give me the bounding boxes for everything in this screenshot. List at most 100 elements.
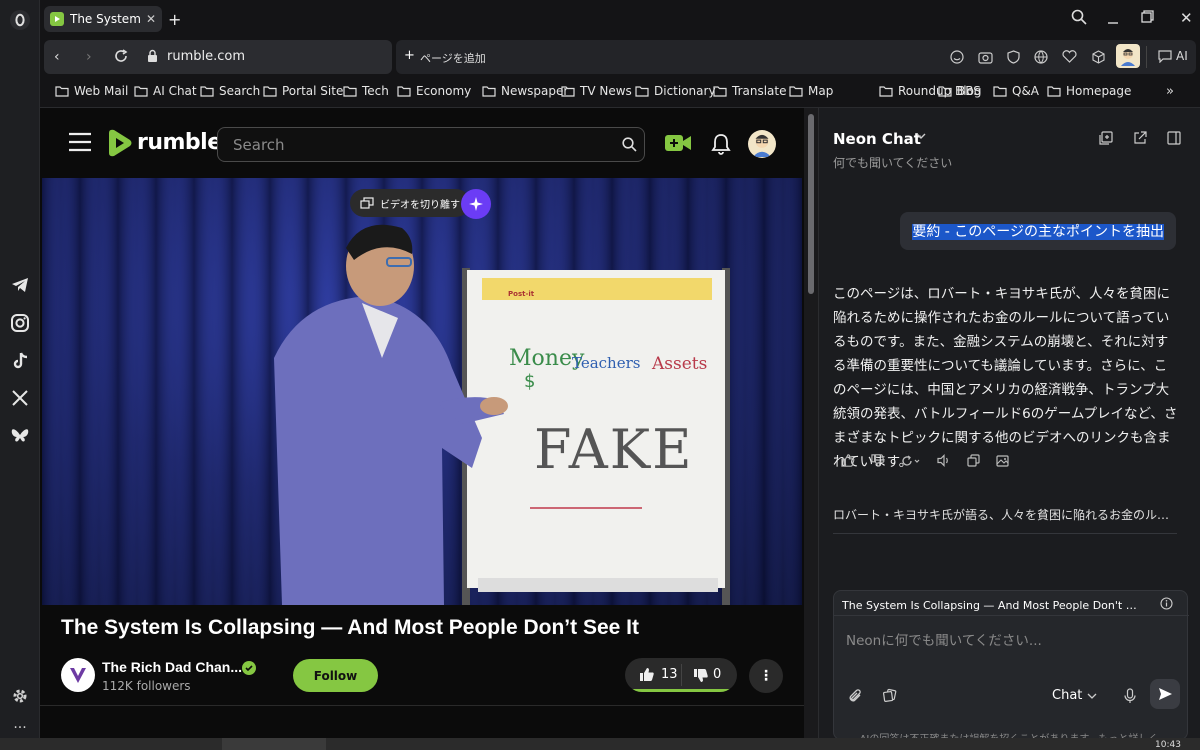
new-chat-icon[interactable] <box>1099 131 1113 145</box>
chat-history-item[interactable]: ロバート・キヨサキ氏が語る、人々を貧困に陥れるお金のルール... <box>833 506 1177 523</box>
bookmark-6[interactable]: Newspaper <box>482 84 568 98</box>
heart-icon[interactable] <box>1062 50 1077 63</box>
folder-icon <box>938 85 952 97</box>
tab-bar: The System Is ✕ + ✕ <box>40 0 1200 38</box>
bookmark-8[interactable]: Dictionary <box>635 84 716 98</box>
url-bar[interactable]: ‹ › rumble.com <box>44 40 392 74</box>
rumble-logo-icon[interactable] <box>104 128 134 158</box>
video-player[interactable]: Post-it Money $ Teachers Assets FAKE ビデオ… <box>42 178 802 605</box>
open-external-icon[interactable] <box>1133 131 1147 145</box>
translate-icon[interactable] <box>1034 50 1048 64</box>
url-text[interactable]: rumble.com <box>167 49 245 64</box>
microphone-icon[interactable] <box>1124 688 1136 704</box>
taskbar-item[interactable] <box>222 738 326 750</box>
folder-icon <box>789 85 803 97</box>
cube-icon[interactable] <box>1092 50 1105 64</box>
bookmark-10[interactable]: Map <box>789 84 833 98</box>
image-icon[interactable] <box>996 454 1009 467</box>
chat-input-placeholder[interactable]: Neonに何でも聞いてください... <box>846 629 1042 649</box>
bookmark-9[interactable]: Translate <box>713 84 787 98</box>
bookmark-2[interactable]: Search <box>200 84 260 98</box>
hamburger-menu-icon[interactable] <box>68 132 92 152</box>
mode-selector-label[interactable]: Chat <box>1052 688 1082 703</box>
ai-chat-icon[interactable] <box>1158 50 1172 63</box>
settings-gear-icon[interactable] <box>8 684 32 708</box>
speaker-icon[interactable] <box>937 454 951 467</box>
thumbs-down-icon[interactable] <box>871 454 885 467</box>
tiktok-icon[interactable] <box>8 349 32 373</box>
user-avatar[interactable] <box>748 130 776 158</box>
shield-icon[interactable] <box>1007 50 1020 64</box>
thumbs-down-icon[interactable] <box>693 668 709 683</box>
profile-avatar[interactable] <box>1116 44 1140 68</box>
page-context-chip[interactable]: The System Is Collapsing — And Most Peop… <box>834 591 1189 616</box>
more-dots-icon[interactable]: ··· <box>8 716 32 740</box>
thumbs-up-icon[interactable] <box>841 454 855 467</box>
bluesky-icon[interactable] <box>8 424 32 448</box>
close-tab-icon[interactable]: ✕ <box>146 12 156 26</box>
mode-chevron-down-icon[interactable] <box>1087 693 1097 700</box>
bookmark-0[interactable]: Web Mail <box>55 84 128 98</box>
bookmark-14[interactable]: Homepage <box>1047 84 1131 98</box>
close-window-icon[interactable]: ✕ <box>1180 9 1193 27</box>
camera-icon[interactable] <box>978 50 993 64</box>
channel-avatar[interactable] <box>61 658 95 692</box>
more-options-button[interactable]: ⋮ <box>749 659 783 693</box>
bookmark-5[interactable]: Economy <box>397 84 471 98</box>
page-scrollbar[interactable] <box>804 108 818 750</box>
send-button[interactable] <box>1150 679 1180 709</box>
rumble-logo-text[interactable]: rumble <box>137 130 222 155</box>
active-tab[interactable]: The System Is ✕ <box>44 6 162 32</box>
telegram-icon[interactable] <box>8 273 32 297</box>
tabs-context-icon[interactable] <box>882 688 897 703</box>
instagram-icon[interactable] <box>8 311 32 335</box>
upload-video-icon[interactable] <box>664 133 692 153</box>
bookmark-7[interactable]: TV News <box>561 84 632 98</box>
bookmark-label: Homepage <box>1066 84 1132 98</box>
search-icon[interactable] <box>622 137 637 152</box>
bookmark-3[interactable]: Portal Site <box>263 84 343 98</box>
detach-video-label: ビデオを切り離す <box>380 199 460 211</box>
rumble-search-input[interactable]: Search <box>217 127 645 162</box>
ai-button-label[interactable]: AI <box>1176 49 1188 63</box>
new-tab-button[interactable]: + <box>168 10 181 29</box>
bookmark-1[interactable]: AI Chat <box>134 84 197 98</box>
search-tabs-icon[interactable] <box>1071 9 1087 25</box>
restore-icon[interactable] <box>1141 10 1154 23</box>
copy-icon[interactable] <box>967 454 980 467</box>
bookmark-12[interactable]: BBS <box>938 84 981 98</box>
back-icon[interactable]: ‹ <box>54 49 60 65</box>
attach-paperclip-icon[interactable] <box>848 688 863 704</box>
bookmark-4[interactable]: Tech <box>343 84 389 98</box>
detach-video-button[interactable]: ビデオを切り離す <box>350 189 470 217</box>
reload-icon[interactable] <box>114 49 128 63</box>
notifications-bell-icon[interactable] <box>711 133 731 155</box>
opera-logo-icon[interactable] <box>8 8 32 32</box>
info-icon[interactable] <box>1160 597 1173 610</box>
bookmarks-bar: Web Mail AI Chat Search Portal Site Tech Econ… <box>40 78 1200 108</box>
minimize-icon[interactable] <box>1106 12 1120 26</box>
x-twitter-icon[interactable] <box>8 386 32 410</box>
add-page-bar[interactable]: + ページを追加 AI <box>396 40 1196 74</box>
follow-button[interactable]: Follow <box>293 659 378 692</box>
chat-title[interactable]: Neon Chat <box>833 130 921 148</box>
board-word-teachers: Teachers <box>572 354 641 372</box>
lock-icon[interactable] <box>147 49 158 63</box>
chevron-down-icon[interactable] <box>916 132 926 140</box>
channel-name[interactable]: The Rich Dad Chan... <box>102 659 242 675</box>
ai-sparkle-button[interactable] <box>461 189 491 219</box>
user-message-text[interactable]: 要約 - このページの主なポイントを抽出 <box>912 224 1164 240</box>
emoji-icon[interactable] <box>950 50 964 64</box>
forward-icon[interactable]: › <box>86 49 92 65</box>
page-context-title: The System Is Collapsing — And Most Peop… <box>842 599 1142 612</box>
thumbs-up-icon[interactable] <box>639 667 655 682</box>
bookmark-label: Tech <box>362 84 389 98</box>
bookmark-label: Q&A <box>1012 84 1040 98</box>
scrollbar-thumb[interactable] <box>808 114 814 294</box>
bookmark-13[interactable]: Q&A <box>993 84 1039 98</box>
bookmarks-overflow-icon[interactable]: » <box>1166 84 1174 99</box>
folder-icon <box>134 85 148 97</box>
folder-icon <box>482 85 496 97</box>
regenerate-icon[interactable] <box>901 454 921 467</box>
sidebar-toggle-icon[interactable] <box>1167 131 1181 145</box>
